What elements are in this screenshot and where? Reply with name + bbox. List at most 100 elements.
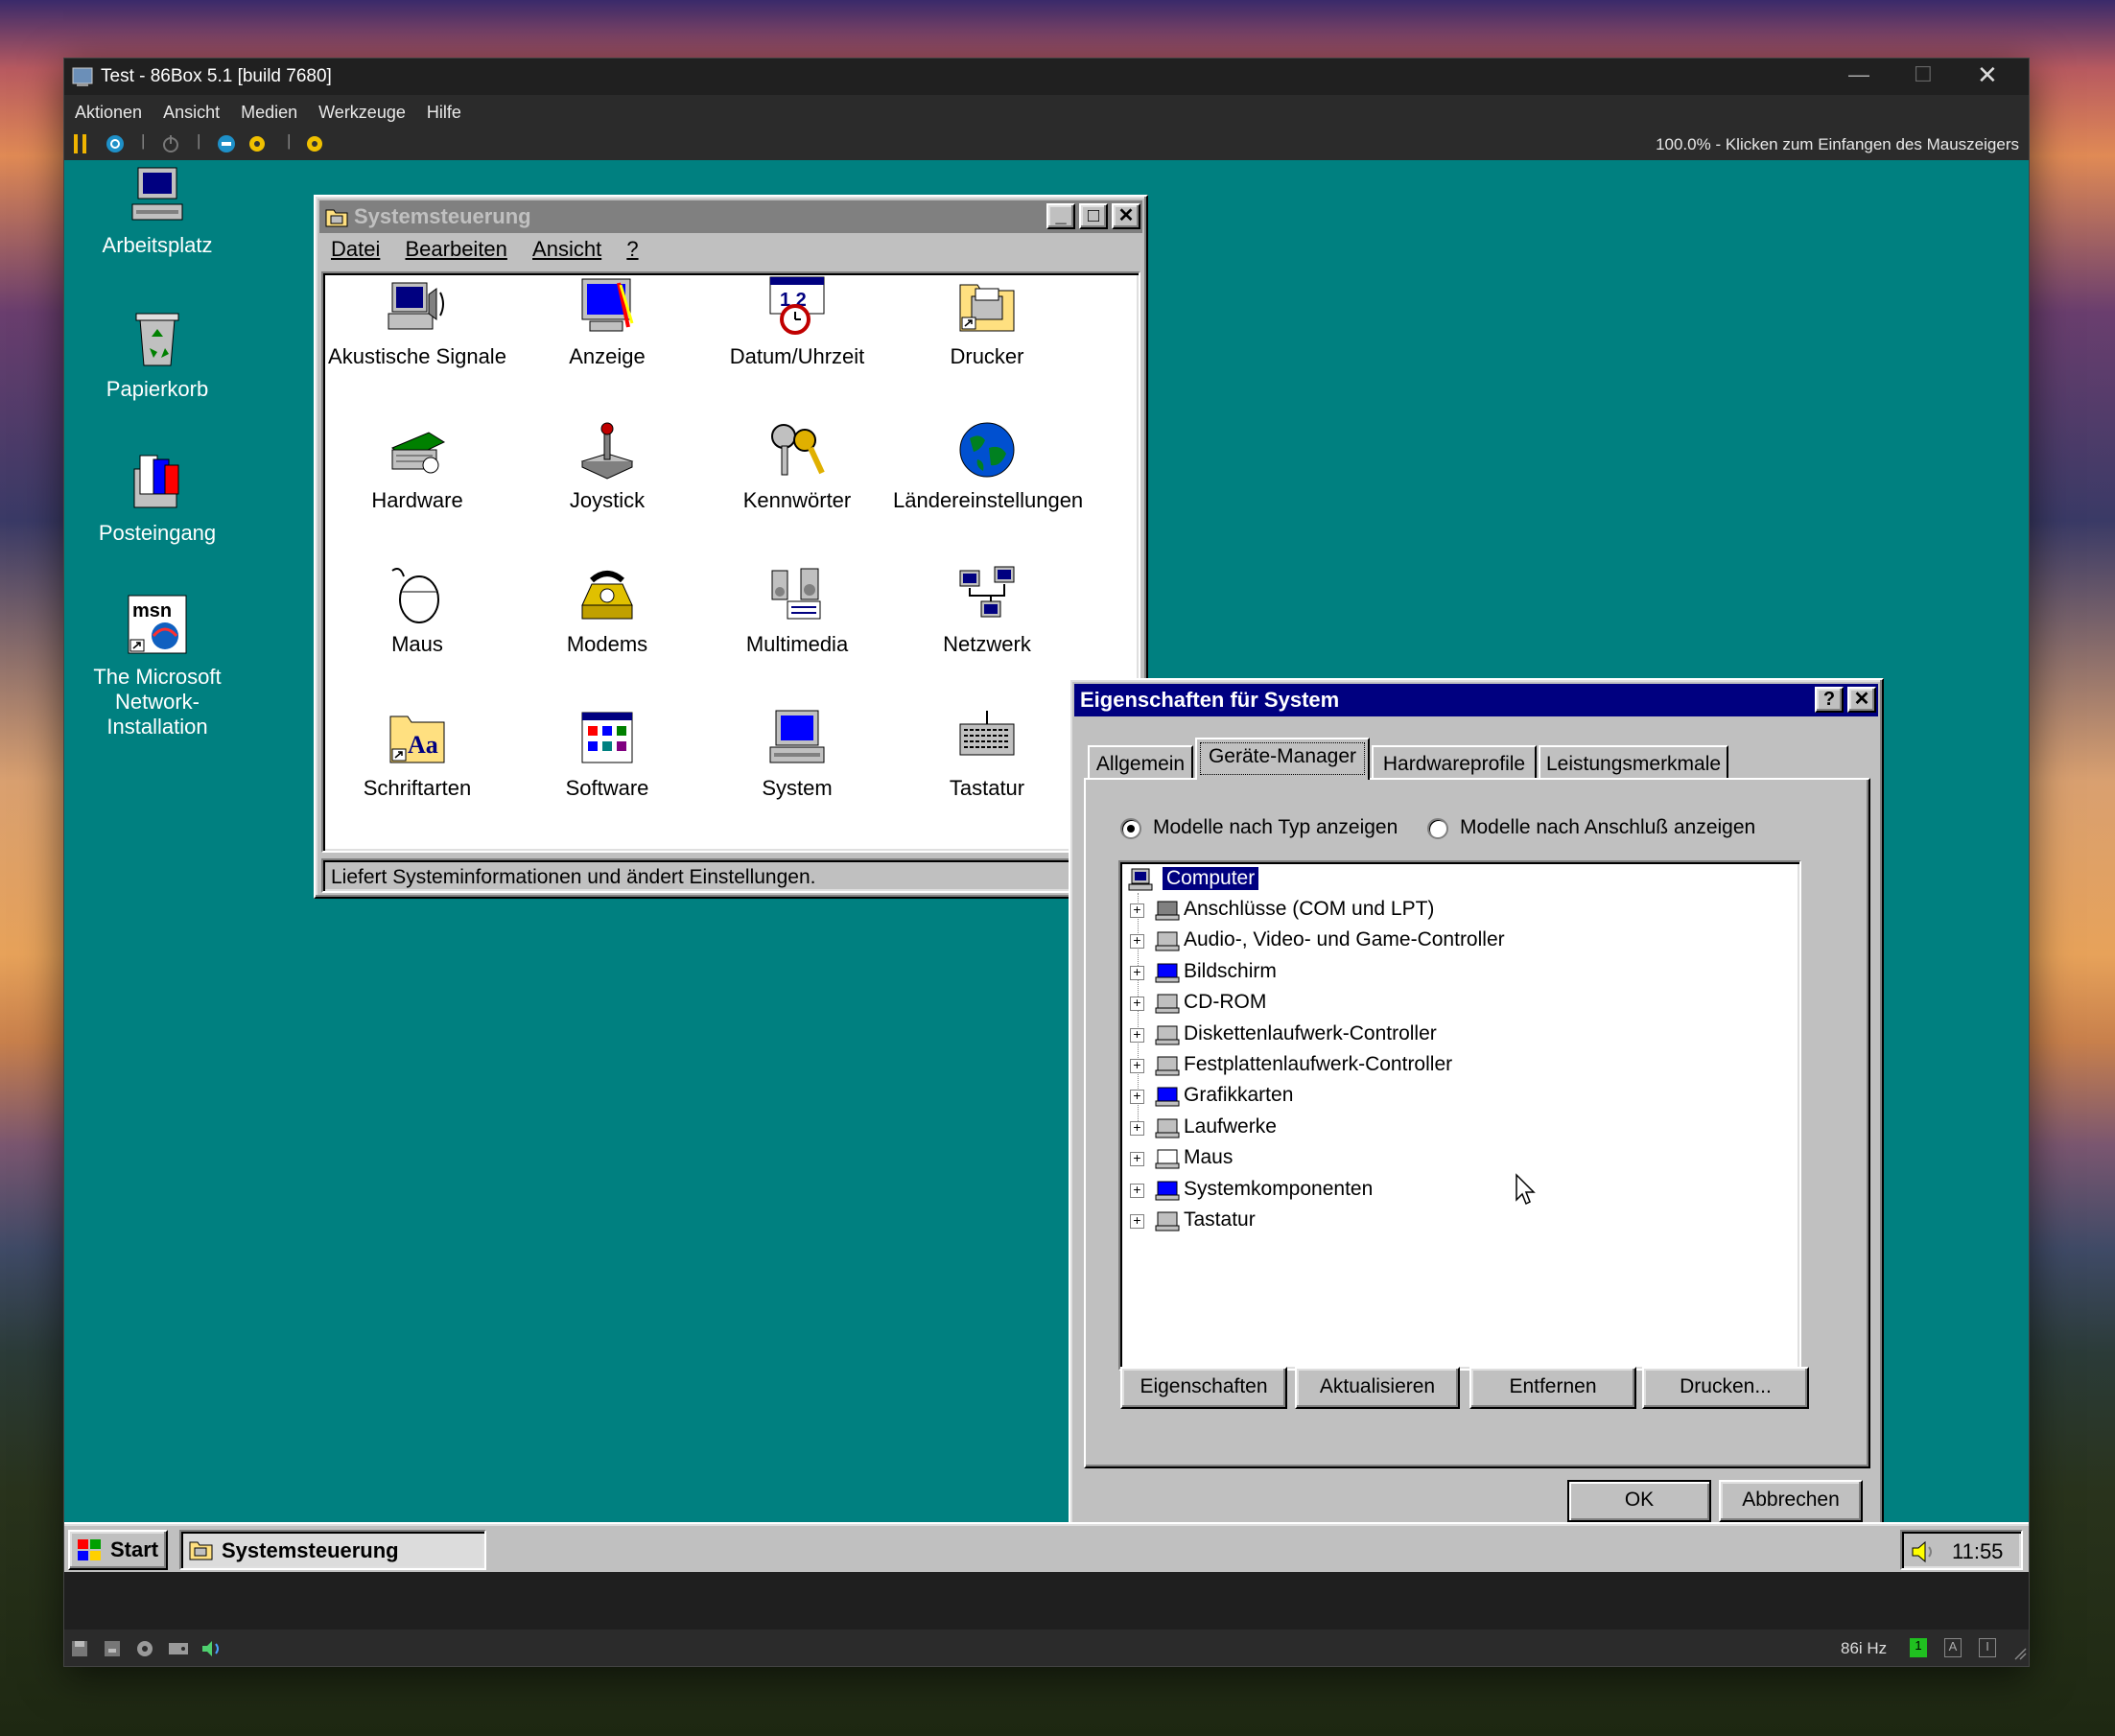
cp-item-modems[interactable]: Modems <box>513 563 701 657</box>
sys-close-button[interactable]: ✕ <box>1847 687 1876 713</box>
floppy-2-icon[interactable] <box>103 1639 122 1658</box>
expand-plus-icon[interactable]: + <box>1130 1120 1144 1136</box>
start-label: Start <box>110 1537 159 1561</box>
expand-plus-icon[interactable]: + <box>1130 996 1144 1012</box>
menu-medien[interactable]: Medien <box>230 95 308 123</box>
cp-item-laendereinstellungen[interactable]: Ländereinstellungen <box>893 419 1083 513</box>
tab-leistungsmerkmale[interactable]: Leistungsmerkmale <box>1539 745 1728 780</box>
desktop-icon-posteingang[interactable]: Posteingang <box>81 450 234 546</box>
radio-by-type-label: Modelle nach Typ anzeigen <box>1153 816 1398 838</box>
resize-grip-icon[interactable] <box>2011 1645 2027 1660</box>
close-button[interactable]: ✕ <box>1977 60 1998 90</box>
cp-menu-bearbeiten[interactable]: Bearbeiten <box>405 237 506 261</box>
sys-title-bar[interactable]: Eigenschaften für System ? ✕ <box>1074 684 1878 716</box>
cp-item-schriftarten[interactable]: Aa Schriftarten <box>323 707 511 801</box>
cdrom-icon[interactable] <box>135 1639 154 1658</box>
ok-button[interactable]: OK <box>1567 1480 1711 1522</box>
display-icon <box>581 278 634 332</box>
joystick-icon <box>580 422 634 480</box>
guest-screen[interactable]: Arbeitsplatz Papierkorb Posteingang msn … <box>64 160 2029 1572</box>
cp-item-anzeige[interactable]: Anzeige <box>513 275 701 369</box>
menu-aktionen[interactable]: Aktionen <box>64 95 153 123</box>
tab-allgemein[interactable]: Allgemein <box>1088 745 1193 780</box>
expand-plus-icon[interactable]: + <box>1130 1058 1144 1073</box>
cp-item-hardware[interactable]: Hardware <box>323 419 511 513</box>
cp-item-joystick[interactable]: Joystick <box>513 419 701 513</box>
device-tree[interactable]: Computer + Anschlüsse (COM und LPT) + Audio… <box>1118 860 1801 1371</box>
cp-item-datum-uhrzeit[interactable]: 1 2 Datum/Uhrzeit <box>703 275 891 369</box>
cp-item-akustische-signale[interactable]: Akustische Signale <box>323 275 511 369</box>
menu-hilfe[interactable]: Hilfe <box>416 95 472 123</box>
print-button[interactable]: Drucken... <box>1642 1367 1809 1409</box>
cp-item-multimedia[interactable]: Multimedia <box>703 563 891 657</box>
cp-item-system[interactable]: System <box>703 707 891 801</box>
hardware-icon <box>391 432 446 474</box>
maximize-button[interactable]: ☐ <box>1914 62 1933 87</box>
cp-item-label: Drucker <box>950 344 1024 368</box>
gear-icon[interactable] <box>304 133 325 154</box>
floppy-icon[interactable] <box>70 1639 89 1658</box>
cp-item-kennwoerter[interactable]: Kennwörter <box>703 419 891 513</box>
msn-icon: msn <box>128 595 187 654</box>
cp-item-label: Multimedia <box>745 632 849 656</box>
cp-close-button[interactable]: ✕ <box>1112 203 1140 229</box>
cp-menu-datei[interactable]: Datei <box>331 237 380 261</box>
refresh-button[interactable]: Aktualisieren <box>1295 1367 1460 1409</box>
cp-menu-ansicht[interactable]: Ansicht <box>532 237 601 261</box>
cp-minimize-button[interactable]: _ <box>1046 203 1075 229</box>
refresh-button-label: Aktualisieren <box>1319 1375 1436 1397</box>
svg-text:msn: msn <box>132 600 172 622</box>
keys-icon <box>771 424 825 476</box>
cp-item-label: Software <box>565 776 649 800</box>
speaker-icon <box>388 282 444 330</box>
expand-plus-icon[interactable]: + <box>1130 1089 1144 1105</box>
start-button[interactable]: Start <box>68 1530 168 1570</box>
volume-icon[interactable] <box>1910 1539 1937 1564</box>
pause-icon[interactable] <box>72 133 89 154</box>
cp-item-netzwerk[interactable]: Netzwerk <box>893 563 1081 657</box>
expand-plus-icon[interactable]: + <box>1130 1213 1144 1229</box>
settings-reset-icon[interactable] <box>247 133 268 154</box>
cp-item-label: Kennwörter <box>742 488 852 512</box>
cp-item-software[interactable]: Software <box>513 707 701 801</box>
desktop-icon-msn[interactable]: msn The Microsoft Network-Installation <box>81 594 234 739</box>
expand-plus-icon[interactable]: + <box>1130 903 1144 918</box>
tab-hardwareprofile[interactable]: Hardwareprofile <box>1372 745 1537 780</box>
expand-plus-icon[interactable]: + <box>1130 1183 1144 1198</box>
remove-button[interactable]: Entfernen <box>1469 1367 1636 1409</box>
system-properties-dialog: Eigenschaften für System ? ✕ Allgemein G… <box>1069 678 1884 1536</box>
properties-button[interactable]: Eigenschaften <box>1120 1367 1287 1409</box>
ctrl-alt-del-icon[interactable] <box>105 133 126 154</box>
cp-item-drucker[interactable]: Drucker <box>893 275 1081 369</box>
sys-title: Eigenschaften für System <box>1080 688 1340 712</box>
cp-maximize-button[interactable]: □ <box>1079 203 1108 229</box>
sound-icon[interactable] <box>200 1639 223 1658</box>
desktop-icon-arbeitsplatz[interactable]: Arbeitsplatz <box>81 166 234 258</box>
cp-item-tastatur[interactable]: Tastatur <box>893 707 1081 801</box>
expand-plus-icon[interactable]: + <box>1130 1151 1144 1167</box>
reset-icon[interactable] <box>216 133 237 154</box>
cp-title-bar[interactable]: Systemsteuerung _ □ ✕ <box>319 200 1142 233</box>
menu-ansicht[interactable]: Ansicht <box>153 95 230 123</box>
minimize-button[interactable]: — <box>1848 62 1869 87</box>
cancel-button[interactable]: Abbrechen <box>1719 1480 1863 1522</box>
desktop-icon-papierkorb[interactable]: Papierkorb <box>81 306 234 402</box>
power-icon[interactable] <box>160 133 181 154</box>
tab-geraete-manager[interactable]: Geräte-Manager <box>1195 738 1370 780</box>
app-icon <box>72 67 93 86</box>
clock[interactable]: 11:55 <box>1952 1539 2003 1564</box>
cp-item-label: Akustische Signale <box>328 344 506 368</box>
globe-icon <box>959 422 1015 478</box>
cp-menu-help[interactable]: ? <box>626 237 638 261</box>
cp-item-label: Modems <box>566 632 648 656</box>
expand-plus-icon[interactable]: + <box>1130 933 1144 950</box>
hard-disk-icon[interactable] <box>168 1639 189 1658</box>
taskbar-item-systemsteuerung[interactable]: Systemsteuerung <box>179 1530 486 1570</box>
expand-plus-icon[interactable]: + <box>1130 1027 1144 1043</box>
cp-item-maus[interactable]: Maus <box>323 563 511 657</box>
help-button[interactable]: ? <box>1815 687 1844 713</box>
expand-plus-icon[interactable]: + <box>1130 965 1144 980</box>
device-category-icon <box>1155 994 1180 1014</box>
emulator-toolbar: | | | 100.0% - Klicken zum Einfangen des… <box>64 128 2029 160</box>
menu-werkzeuge[interactable]: Werkzeuge <box>308 95 416 123</box>
